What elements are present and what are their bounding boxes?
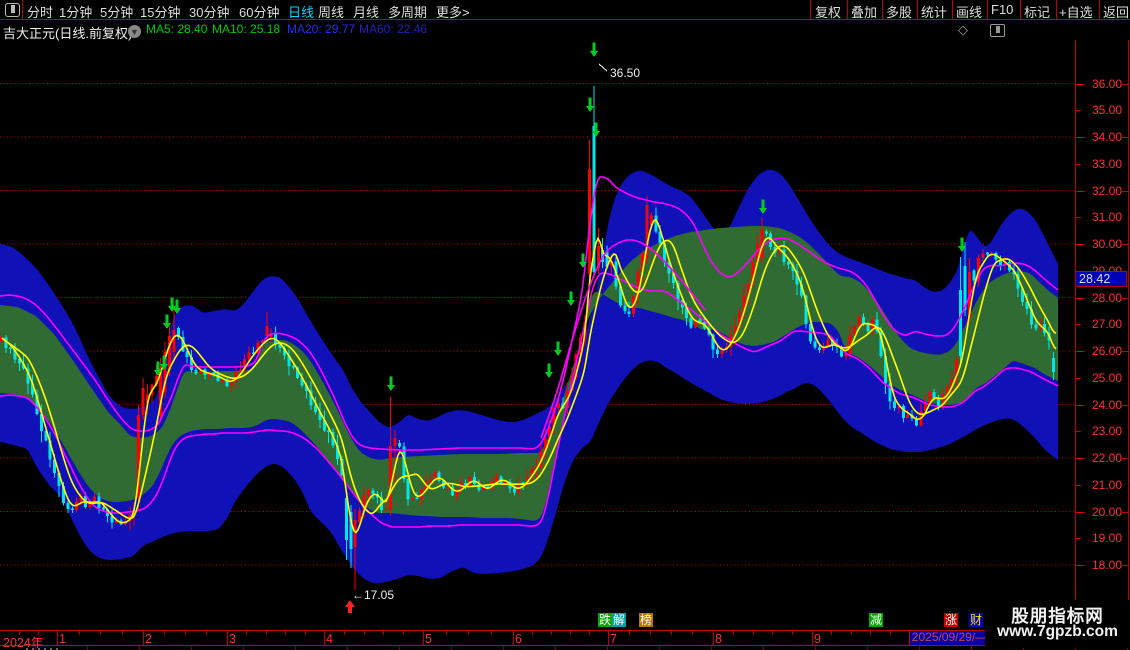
svg-text:36.50: 36.50: [610, 66, 640, 80]
svg-text:←17.05: ←17.05: [352, 588, 394, 602]
